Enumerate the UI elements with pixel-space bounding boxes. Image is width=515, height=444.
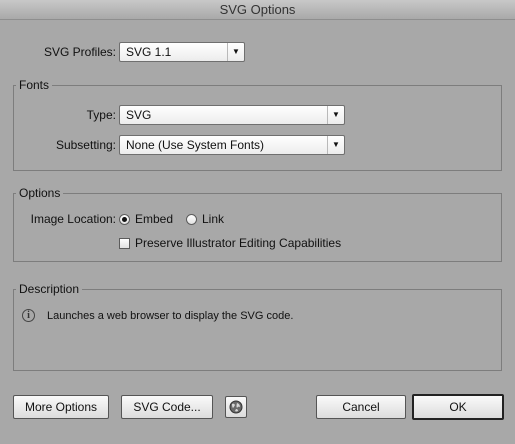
chevron-down-icon: ▼ [327,106,344,124]
link-radio-circle[interactable] [186,213,197,225]
link-radio-label: Link [202,212,225,226]
chevron-down-icon: ▼ [327,136,344,154]
svg-code-button[interactable]: SVG Code... [121,395,213,419]
preserve-editing-label: Preserve Illustrator Editing Capabilitie… [135,236,342,250]
globe-icon [229,400,243,414]
window-title: SVG Options [0,0,515,20]
options-legend: Options [19,186,61,200]
cancel-button[interactable]: Cancel [316,395,406,419]
chevron-down-icon: ▼ [227,43,244,61]
browser-preview-button[interactable] [225,396,247,418]
link-radio[interactable]: Link [186,209,224,229]
subsetting-value: None (Use System Fonts) [126,138,265,152]
font-type-value: SVG [126,108,152,122]
description-text: Launches a web browser to display the SV… [47,310,294,322]
svg-profiles-dropdown[interactable]: SVG 1.1 ▼ [119,42,245,62]
image-location-label: Image Location: [30,212,116,226]
embed-radio[interactable]: Embed [119,209,173,229]
ok-button[interactable]: OK [412,394,504,420]
description-legend: Description [19,282,80,296]
subsetting-dropdown[interactable]: None (Use System Fonts) ▼ [119,135,345,155]
font-type-label: Type: [86,108,116,122]
more-options-button[interactable]: More Options [13,395,109,419]
svg-profiles-value: SVG 1.1 [126,45,172,59]
description-group: Description [13,282,502,371]
subsetting-label: Subsetting: [55,138,116,152]
font-type-dropdown[interactable]: SVG ▼ [119,105,345,125]
svg-profiles-label: SVG Profiles: [43,45,116,59]
info-icon: i [22,309,35,322]
preserve-editing-checkbox-box[interactable] [119,237,130,249]
fonts-legend: Fonts [19,78,50,92]
embed-radio-label: Embed [135,212,174,226]
preserve-editing-checkbox[interactable]: Preserve Illustrator Editing Capabilitie… [119,233,341,253]
embed-radio-circle[interactable] [119,213,130,225]
svg-options-dialog: SVG Options SVG Profiles: SVG 1.1 ▼ Font… [0,0,515,444]
radio-selected-dot [122,216,127,222]
